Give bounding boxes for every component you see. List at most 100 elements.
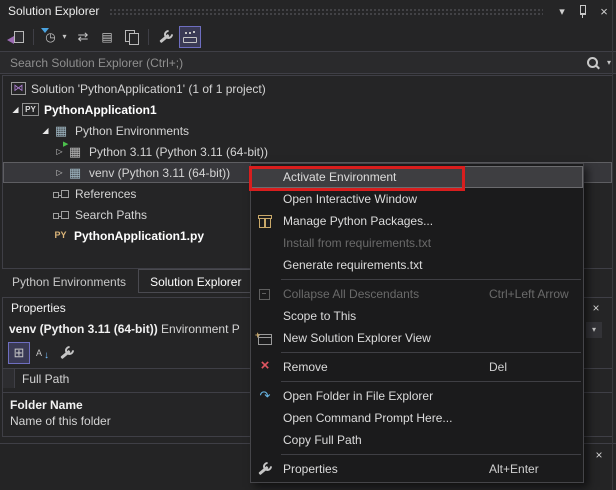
pending-changes-filter-icon: ◷ (42, 28, 60, 46)
solution-explorer-window: Solution Explorer ▾ × ◷▾⇄▤ ▾ ⋈Solution '… (0, 0, 616, 490)
menu-item-shortcut: Del (489, 356, 507, 378)
menu-item-shortcut: Alt+Enter (489, 458, 539, 480)
categorized-icon[interactable]: ⊞ (8, 342, 30, 364)
preview-selected-items-icon[interactable] (179, 26, 201, 48)
menu-item-copy-full-path[interactable]: Copy Full Path (251, 429, 583, 451)
property-description-text: Name of this folder (10, 414, 111, 428)
menu-item-new-solution-explorer-view[interactable]: New Solution Explorer View (251, 327, 583, 349)
remove-icon: × (256, 358, 274, 376)
panel-close-icon[interactable]: × (591, 447, 607, 463)
menu-item-shortcut: Ctrl+Left Arrow (489, 283, 569, 305)
properties-close-icon[interactable]: × (588, 300, 604, 316)
menu-item-label: Open Interactive Window (283, 188, 417, 210)
solution-explorer-toolbar: ◷▾⇄▤ (0, 22, 616, 51)
references-icon (52, 206, 70, 224)
switch-views-icon[interactable] (5, 26, 27, 48)
tree-row-python-311[interactable]: ▷▦▶Python 3.11 (Python 3.11 (64-bit)) (3, 141, 612, 162)
collapse-all-icon (122, 28, 140, 46)
menu-item-label: Remove (283, 356, 328, 378)
menu-item-manage-python-packages[interactable]: Manage Python Packages... (251, 210, 583, 232)
references-icon (52, 185, 70, 203)
expander-expanded-icon[interactable]: ◢ (9, 105, 22, 114)
window-edge (612, 0, 613, 490)
menu-item-label: Copy Full Path (283, 429, 362, 451)
tree-item-label: Search Paths (75, 208, 147, 222)
refresh-icon[interactable]: ▤ (96, 26, 118, 48)
tree-item-label: Python Environments (75, 124, 189, 138)
expander-expanded-icon[interactable]: ◢ (39, 126, 52, 135)
menu-item-generate-requirements-txt[interactable]: Generate requirements.txt (251, 254, 583, 276)
menu-item-label: Open Command Prompt Here... (283, 407, 452, 429)
tree-row-project-pythonapplication1[interactable]: ◢PYPythonApplication1 (3, 99, 612, 120)
menu-item-remove[interactable]: × Remove Del (251, 356, 583, 378)
menu-item-activate-environment[interactable]: Activate Environment (251, 166, 583, 188)
property-pages-icon[interactable] (56, 342, 78, 364)
menu-item-label: Open Folder in File Explorer (283, 385, 433, 407)
window-position-menu-icon[interactable]: ▾ (553, 3, 571, 19)
properties-wrench-icon (157, 28, 175, 46)
environments-icon: ▦ (52, 122, 70, 140)
search-bar: ▾ (0, 51, 616, 74)
search-options-caret-icon[interactable]: ▾ (602, 58, 616, 67)
search-icon[interactable] (584, 54, 602, 72)
python-file-icon: PY (52, 229, 69, 242)
menu-item-label: Collapse All Descendants (283, 283, 419, 305)
toolbar-separator (33, 29, 34, 45)
sync-with-active-document-icon: ⇄ (74, 28, 92, 46)
menu-item-label: Install from requirements.txt (283, 232, 431, 254)
tree-row-solution[interactable]: ⋈Solution 'PythonApplication1' (1 of 1 p… (3, 78, 612, 99)
package-icon (256, 212, 274, 230)
menu-separator (281, 454, 581, 455)
menu-item-open-folder-in-file-explorer[interactable]: ↷ Open Folder in File Explorer (251, 385, 583, 407)
categorized-icon: ⊞ (10, 344, 28, 362)
menu-item-open-command-prompt-here[interactable]: Open Command Prompt Here... (251, 407, 583, 429)
menu-item-label: Properties (283, 458, 338, 480)
property-pages-icon (58, 344, 76, 362)
menu-item-install-from-requirements-txt: Install from requirements.txt (251, 232, 583, 254)
alphabetical-icon[interactable] (32, 342, 54, 364)
properties-title: Properties (11, 301, 66, 315)
new-view-icon (256, 329, 274, 347)
open-folder-icon: ↷ (256, 387, 274, 405)
tab-python-environments[interactable]: Python Environments (0, 269, 138, 293)
close-icon[interactable]: × (595, 3, 613, 19)
grid-gutter (3, 369, 15, 388)
toolbar-separator (148, 29, 149, 45)
menu-separator (281, 352, 581, 353)
combobox-dropdown-icon[interactable]: ▾ (586, 322, 602, 338)
dropdown-caret-icon[interactable]: ▾ (61, 32, 69, 41)
expander-collapsed-icon[interactable]: ▷ (53, 168, 66, 177)
menu-item-label: Scope to This (283, 305, 356, 327)
pending-changes-filter-icon[interactable]: ◷▾ (40, 26, 70, 48)
tree-item-label: References (75, 187, 136, 201)
properties-object-name: venv (Python 3.11 (64-bit)) Environment … (9, 322, 240, 336)
menu-item-collapse-all-descendants: Collapse All Descendants Ctrl+Left Arrow (251, 283, 583, 305)
preview-selected-items-icon (181, 28, 199, 46)
solution-icon: ⋈ (11, 82, 26, 95)
titlebar-drag-grip[interactable] (109, 8, 543, 16)
sync-with-active-document-icon[interactable]: ⇄ (72, 26, 94, 48)
tree-item-label: PythonApplication1.py (74, 229, 204, 243)
venv-icon: ▦ (66, 164, 84, 182)
menu-item-label: Generate requirements.txt (283, 254, 422, 276)
collapse-icon (256, 285, 274, 303)
collapse-all-icon[interactable] (120, 26, 142, 48)
wrench-icon (256, 460, 274, 478)
tree-item-label: PythonApplication1 (44, 103, 157, 117)
menu-item-properties[interactable]: Properties Alt+Enter (251, 458, 583, 480)
property-description-title: Folder Name (10, 398, 83, 412)
pin-icon[interactable] (574, 3, 592, 19)
expander-collapsed-icon[interactable]: ▷ (53, 147, 66, 156)
window-title: Solution Explorer (8, 4, 99, 18)
tab-solution-explorer[interactable]: Solution Explorer (138, 269, 253, 293)
properties-wrench-icon[interactable] (155, 26, 177, 48)
search-input[interactable] (8, 55, 584, 71)
python-env-icon: ▦▶ (66, 143, 84, 161)
property-label: Full Path (22, 372, 69, 386)
menu-item-scope-to-this[interactable]: Scope to This (251, 305, 583, 327)
refresh-icon: ▤ (98, 28, 116, 46)
tree-row-python-environments[interactable]: ◢▦ Python Environments (3, 120, 612, 141)
switch-views-icon (7, 28, 25, 46)
titlebar: Solution Explorer ▾ × (0, 0, 616, 22)
menu-item-open-interactive-window[interactable]: Open Interactive Window (251, 188, 583, 210)
